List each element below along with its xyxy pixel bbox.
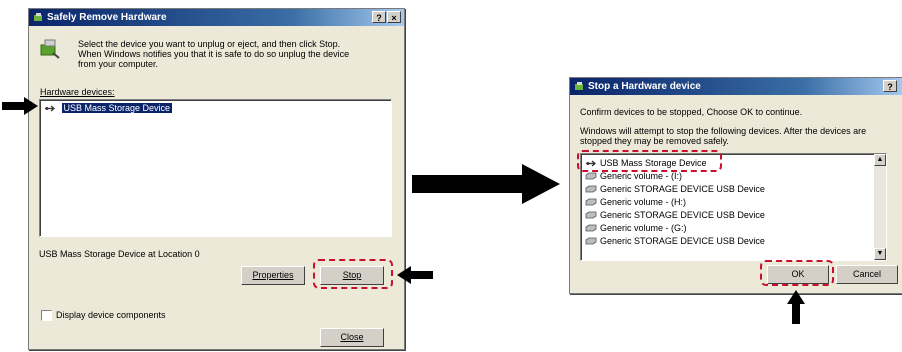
drive-icon	[585, 211, 597, 219]
stop-hardware-device-dialog: Stop a Hardware device ? Confirm devices…	[569, 77, 902, 294]
confirm-text: Confirm devices to be stopped, Choose OK…	[580, 107, 803, 117]
safely-remove-hardware-dialog: Safely Remove Hardware ? × Select the de…	[28, 8, 405, 350]
device-label: Generic STORAGE DEVICE USB Device	[600, 210, 765, 220]
arrow-icon	[2, 97, 38, 115]
list-item[interactable]: Generic volume - (H:)	[585, 196, 686, 208]
dialog2-titlebar[interactable]: Stop a Hardware device ?	[570, 78, 902, 95]
scroll-up-arrow[interactable]: ▲	[874, 154, 886, 166]
drive-icon	[585, 198, 597, 206]
arrow-icon	[397, 266, 433, 284]
hardware-icon	[40, 39, 60, 59]
display-components-label: Display device components	[56, 310, 166, 320]
device-label: Generic STORAGE DEVICE USB Device	[600, 236, 765, 246]
drive-icon	[585, 185, 597, 193]
list-item[interactable]: Generic STORAGE DEVICE USB Device	[585, 183, 765, 195]
hardware-icon	[34, 13, 42, 21]
drive-icon	[585, 172, 597, 180]
vertical-scrollbar[interactable]: ▲ ▼	[874, 154, 886, 260]
instruction-text: Select the device you want to unplug or …	[78, 39, 350, 69]
cancel-label: Cancel	[852, 269, 881, 279]
dialog2-title: Stop a Hardware device	[588, 81, 701, 92]
stop-button-highlight	[313, 259, 393, 289]
drive-icon	[585, 224, 597, 232]
list-item[interactable]: Generic volume - (G:)	[585, 222, 687, 234]
usb-device-highlight	[577, 150, 722, 172]
device-location-text: USB Mass Storage Device at Location 0	[39, 249, 200, 259]
drive-icon	[585, 237, 597, 245]
hardware-devices-label: Hardware devices:	[40, 87, 115, 97]
close-label: Close	[340, 332, 364, 342]
device-label: Generic STORAGE DEVICE USB Device	[600, 184, 765, 194]
cancel-button[interactable]: Cancel	[836, 265, 898, 284]
usb-device-icon	[45, 105, 56, 112]
list-item[interactable]: Generic STORAGE DEVICE USB Device	[585, 209, 765, 221]
scroll-down-arrow[interactable]: ▼	[874, 248, 886, 260]
help-button[interactable]: ?	[883, 80, 897, 92]
close-button[interactable]: Close	[320, 328, 384, 347]
ok-button-highlight	[760, 260, 834, 286]
arrow-icon	[412, 164, 560, 204]
properties-label: Properties	[252, 270, 294, 280]
hardware-icon	[575, 82, 583, 90]
close-title-button[interactable]: ×	[387, 11, 401, 23]
device-label: Generic volume - (I:)	[600, 171, 683, 181]
hardware-devices-list[interactable]: USB Mass Storage Device	[39, 99, 392, 237]
dialog1-titlebar[interactable]: Safely Remove Hardware ? ×	[29, 9, 404, 26]
info-text: Windows will attempt to stop the followi…	[580, 126, 867, 146]
dialog1-title: Safely Remove Hardware	[47, 12, 167, 23]
arrow-icon	[787, 290, 805, 324]
display-components-checkbox[interactable]	[41, 310, 52, 321]
device-label: Generic volume - (G:)	[600, 223, 687, 233]
list-item[interactable]: Generic STORAGE DEVICE USB Device	[585, 235, 765, 247]
list-item[interactable]: USB Mass Storage Device	[44, 102, 173, 114]
properties-button[interactable]: Properties	[241, 266, 305, 285]
device-label: Generic volume - (H:)	[600, 197, 687, 207]
help-button[interactable]: ?	[372, 11, 386, 23]
selected-device-label: USB Mass Storage Device	[61, 103, 173, 113]
